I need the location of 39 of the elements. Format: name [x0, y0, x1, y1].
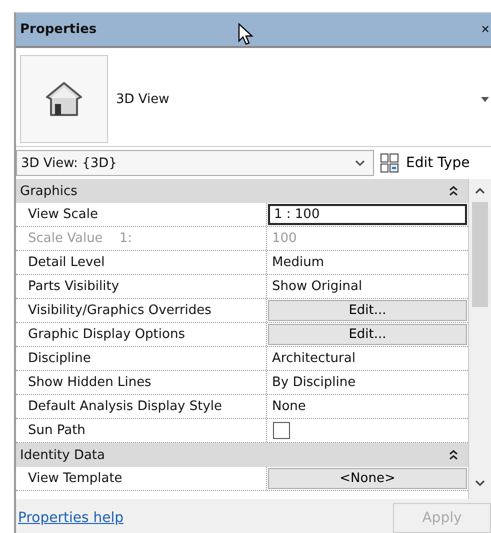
property-label: View Template [16, 467, 267, 490]
property-label: Default Analysis Display Style [16, 395, 267, 418]
edit-button[interactable]: Edit... [268, 300, 467, 321]
properties-help-link[interactable]: Properties help [18, 510, 124, 526]
group-header[interactable]: Identity Data [16, 443, 468, 467]
house-icon [44, 79, 84, 119]
instance-dropdown[interactable]: 3D View: {3D} [16, 150, 374, 176]
property-value[interactable]: None [268, 399, 306, 414]
property-label: Parts Visibility [16, 275, 267, 298]
type-name: 3D View [116, 92, 170, 106]
property-label: Graphic Display Options [16, 323, 267, 346]
value-field[interactable]: 1 : 100 [268, 204, 467, 225]
scrollbar-thumb[interactable] [472, 202, 488, 307]
scroll-down-icon [475, 480, 485, 487]
dropdown-arrow-icon [481, 96, 489, 102]
property-value[interactable]: Show Original [268, 279, 362, 294]
edit-type-icon [380, 153, 400, 173]
property-label: Scale Value 1: [16, 227, 267, 250]
edit-button[interactable]: <None> [268, 468, 467, 489]
property-label: Discipline [16, 347, 267, 370]
close-button[interactable]: ✕ [480, 23, 490, 36]
property-label: Visibility/Graphics Overrides [16, 299, 267, 322]
window-title: Properties [20, 22, 97, 37]
property-label: Sun Path [16, 419, 267, 442]
scroll-up-icon [475, 187, 485, 194]
edit-button[interactable]: Edit... [268, 324, 467, 345]
property-value[interactable]: Medium [268, 255, 324, 270]
checkbox[interactable] [273, 422, 290, 439]
property-label: View Scale [16, 203, 267, 226]
group-header[interactable]: Graphics [16, 179, 468, 203]
property-value[interactable]: By Discipline [268, 375, 356, 390]
scrollbar[interactable] [469, 179, 491, 499]
edit-type-button[interactable]: Edit Type [380, 153, 470, 173]
property-value[interactable]: Architectural [268, 351, 356, 366]
property-label: Show Hidden Lines [16, 371, 267, 394]
mouse-cursor-icon [238, 23, 254, 47]
type-selector[interactable]: 3D View [16, 48, 491, 147]
chevron-down-icon [355, 160, 365, 166]
property-label: Detail Level [16, 251, 267, 274]
